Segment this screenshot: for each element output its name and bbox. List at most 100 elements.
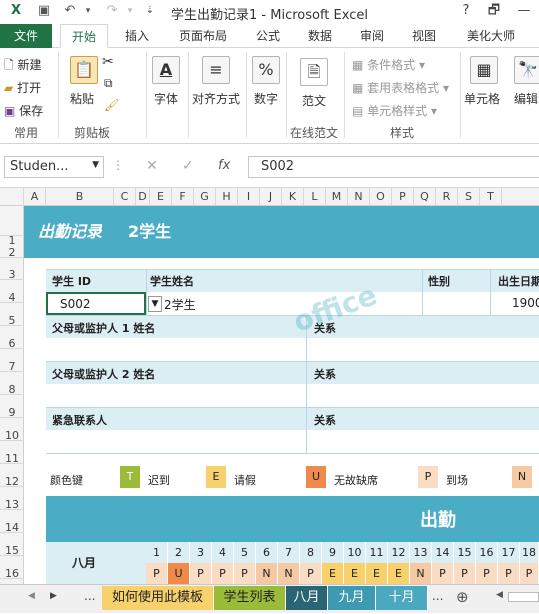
paste-icon[interactable]: 📋 [70,56,98,84]
prev-sheet-icon[interactable]: ◀ [28,591,35,601]
row-header-15[interactable]: 15 [0,533,24,557]
row-header-9[interactable]: 9 [0,395,24,419]
conditional-format-button[interactable]: ▦ 条件格式 ▾ [352,56,425,73]
sheet-tab[interactable]: 学生列表 [214,586,286,610]
attendance-cell[interactable]: P [454,563,476,584]
cell-styles-button[interactable]: ▤ 单元格样式 ▾ [352,102,437,119]
attendance-cell[interactable]: P [432,563,454,584]
horizontal-scrollbar[interactable] [508,592,539,602]
worksheet[interactable]: 出勤记录 2学生 学生 ID 学生姓名 性别 出生日期 S002 ▼ 2学生 1… [24,206,539,584]
column-header-F[interactable]: F [172,188,194,206]
attendance-cell[interactable]: E [322,563,344,584]
column-header-O[interactable]: O [370,188,392,206]
attendance-cell[interactable]: E [366,563,388,584]
column-header-P[interactable]: P [392,188,414,206]
attendance-cell[interactable]: E [388,563,410,584]
edit-icon[interactable]: 🔭 [514,56,539,84]
name-box[interactable]: Studen... ▼ [4,156,104,178]
attendance-cell[interactable]: P [300,563,322,584]
row-header-10[interactable]: 10 [0,418,24,442]
tab-home[interactable]: 开始 [60,24,108,48]
font-button[interactable]: 字体 [154,90,178,107]
tab-data[interactable]: 数据 [300,24,340,48]
enter-icon[interactable]: ✓ [182,158,194,174]
row-header-16[interactable]: 16 [0,556,24,580]
sheet-tab[interactable]: 九月 [328,586,376,610]
attendance-cell[interactable]: U [168,563,190,584]
number-button[interactable]: 数字 [254,90,278,107]
tab-page-layout[interactable]: 页面布局 [170,24,236,48]
column-header-D[interactable]: D [136,188,150,206]
more-sheets-icon[interactable]: ... [84,589,95,603]
paste-button[interactable]: 粘贴 [70,90,94,107]
column-header-H[interactable]: H [216,188,238,206]
column-header-M[interactable]: M [326,188,348,206]
tab-formulas[interactable]: 公式 [248,24,288,48]
student-name-cell[interactable]: 2学生 [164,296,196,313]
row-header-11[interactable]: 11 [0,441,24,465]
row-header-4[interactable]: 4 [0,280,24,304]
template-icon[interactable]: 🗎 [300,58,328,86]
cells-button[interactable]: 单元格 [464,90,500,107]
column-header-B[interactable]: B [46,188,114,206]
column-header-I[interactable]: I [238,188,260,206]
format-as-table-button[interactable]: ▦ 套用表格格式 ▾ [352,79,449,96]
formula-input[interactable]: S002 [248,156,539,178]
row-header-5[interactable]: 5 [0,303,24,327]
tab-view[interactable]: 视图 [404,24,444,48]
row-header-6[interactable]: 6 [0,326,24,350]
column-header-G[interactable]: G [194,188,216,206]
alignment-button[interactable]: 对齐方式 [192,90,240,107]
insert-function-icon[interactable]: fx [218,158,230,173]
cells-icon[interactable]: ▦ [470,56,498,84]
help-button[interactable]: ? [456,2,476,20]
cancel-icon[interactable]: ✕ [146,158,158,174]
column-header-J[interactable]: J [260,188,282,206]
save-button[interactable]: ▣ 保存 [4,102,43,119]
row-header-8[interactable]: 8 [0,372,24,396]
row-header-1[interactable]: 1 [0,206,24,247]
sheet-tab[interactable]: 如何使用此模板 [102,586,214,610]
column-header-Q[interactable]: Q [414,188,436,206]
birth-date-cell[interactable]: 1900 [512,296,539,310]
row-header-7[interactable]: 7 [0,349,24,373]
template-button[interactable]: 范文 [302,92,326,109]
align-icon[interactable]: ≡ [202,56,230,84]
column-header-L[interactable]: L [304,188,326,206]
attendance-cell[interactable]: P [476,563,498,584]
select-all-corner[interactable] [0,188,24,206]
attendance-cell[interactable]: P [190,563,212,584]
attendance-cell[interactable]: N [256,563,278,584]
tab-file[interactable]: 文件 [0,24,52,48]
attendance-cell[interactable]: N [278,563,300,584]
column-header-S[interactable]: S [458,188,480,206]
sheet-tab[interactable]: 八月 [286,586,328,610]
column-header-T[interactable]: T [480,188,502,206]
row-header-13[interactable]: 13 [0,487,24,511]
font-icon[interactable]: A [152,56,180,84]
attendance-cell[interactable]: P [520,563,539,584]
minimize-button[interactable]: — [514,2,534,20]
edit-button[interactable]: 编辑 [514,90,538,107]
chevron-down-icon[interactable]: ▼ [92,160,99,170]
attendance-cell[interactable]: P [234,563,256,584]
column-header-C[interactable]: C [114,188,136,206]
attendance-cell[interactable]: P [498,563,520,584]
more-sheets-icon[interactable]: ... [432,589,443,603]
row-header-12[interactable]: 12 [0,464,24,488]
student-id-cell[interactable]: S002 [46,292,146,315]
tab-insert[interactable]: 插入 [116,24,158,48]
tab-beautify-master[interactable]: 美化大师 [458,24,524,48]
row-header-14[interactable]: 14 [0,510,24,534]
column-header-N[interactable]: N [348,188,370,206]
drag-handle-icon[interactable]: ⋮ [112,158,124,172]
attendance-cell[interactable]: P [212,563,234,584]
row-header-3[interactable]: 3 [0,258,24,281]
attendance-cell[interactable]: P [146,563,168,584]
copy-icon[interactable]: ⧉ [104,76,113,91]
column-header-E[interactable]: E [150,188,172,206]
number-format-icon[interactable]: % [252,56,280,84]
ribbon-display-button[interactable]: 🗗 [484,2,504,20]
format-painter-icon[interactable]: 🖌 [104,98,119,112]
new-button[interactable]: 🗋 新建 [4,56,42,77]
